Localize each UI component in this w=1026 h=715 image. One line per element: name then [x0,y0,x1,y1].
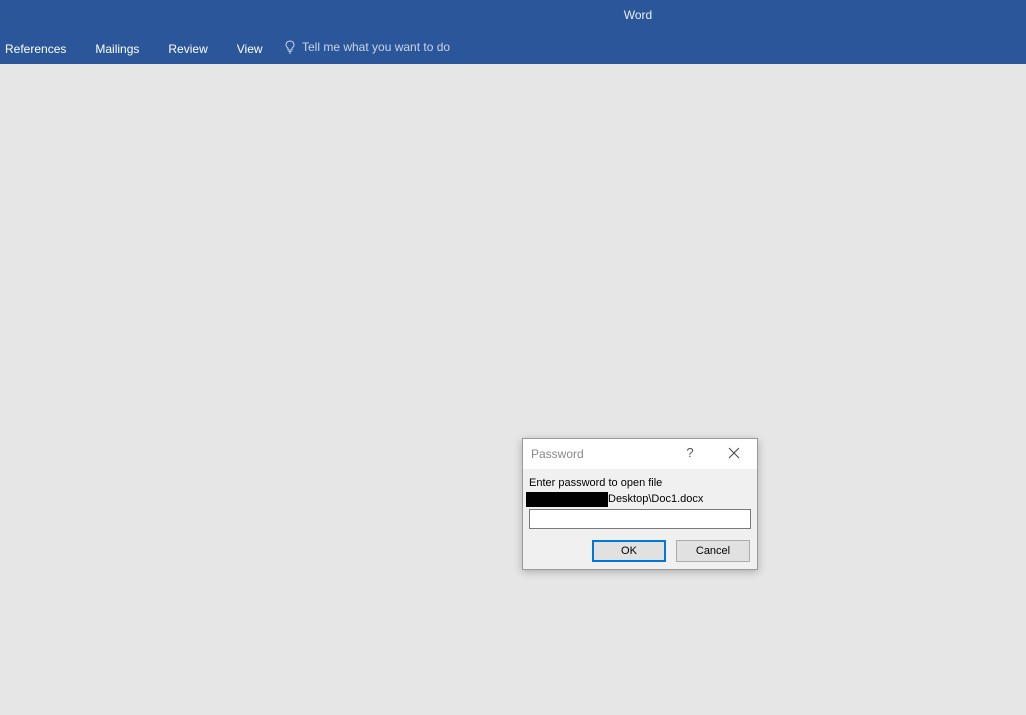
cancel-button[interactable]: Cancel [676,540,750,562]
file-path-suffix: Desktop\Doc1.docx [608,493,704,505]
lightbulb-icon [285,40,295,54]
dialog-titlebar[interactable]: Password ? [523,439,757,469]
close-icon[interactable] [726,445,742,461]
password-dialog: Password ? Enter password to open file D… [522,438,758,570]
word-titlebar: Word References Mailings Review View Tel… [0,0,1026,64]
tab-references[interactable]: References [5,42,66,56]
tab-view[interactable]: View [237,42,263,56]
file-path: Desktop\Doc1.docx [526,491,703,507]
dialog-title: Password [531,447,584,461]
app-title: Word [623,8,653,22]
password-prompt: Enter password to open file [529,477,663,489]
password-input[interactable] [529,509,751,529]
ok-button[interactable]: OK [592,540,666,562]
document-workspace [0,64,1026,715]
tell-me-label: Tell me what you want to do [302,40,451,54]
ribbon-tabs: References Mailings Review View [0,40,263,58]
redacted-path-block [526,491,608,507]
tab-review[interactable]: Review [168,42,207,56]
tab-mailings[interactable]: Mailings [95,42,139,56]
help-button[interactable]: ? [683,445,697,461]
tell-me-search[interactable]: Tell me what you want to do [285,40,450,54]
